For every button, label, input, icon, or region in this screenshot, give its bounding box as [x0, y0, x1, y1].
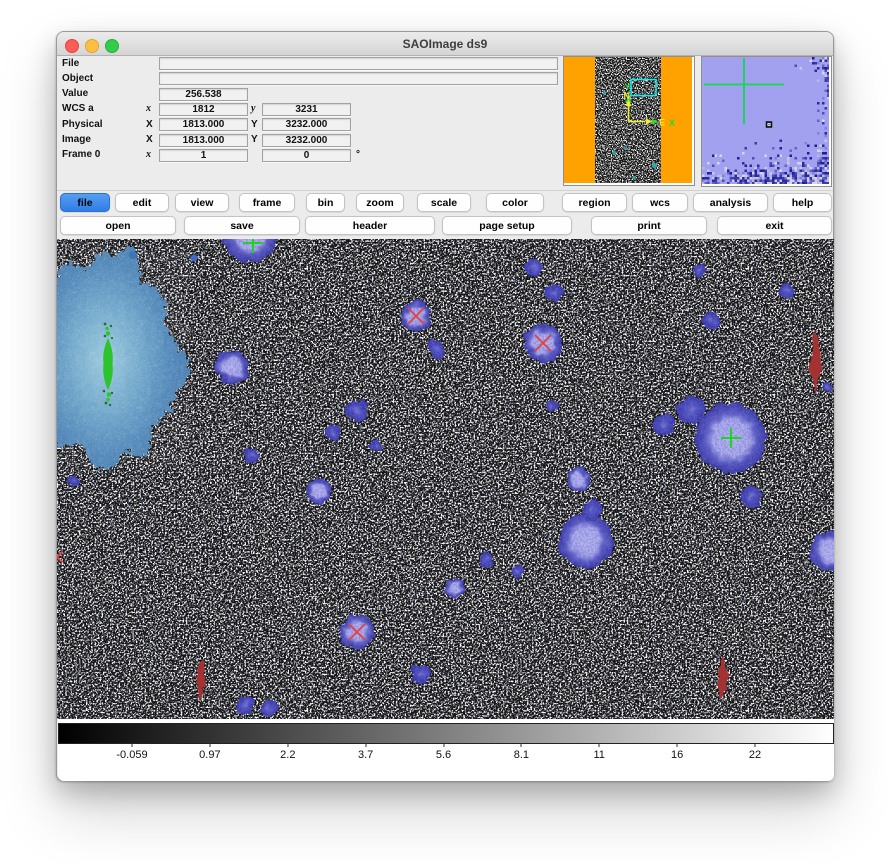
- svg-text:X: X: [669, 118, 675, 128]
- svg-text:E: E: [659, 118, 665, 128]
- svg-text:N: N: [624, 91, 631, 101]
